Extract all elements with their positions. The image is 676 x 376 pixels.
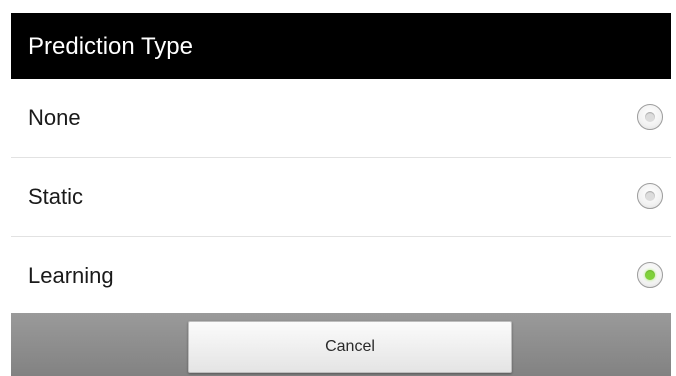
dialog-title-bar: Prediction Type [11, 13, 671, 79]
option-label-none: None [28, 105, 81, 130]
option-learning[interactable]: Learning [11, 237, 671, 313]
option-label-static: Static [28, 184, 84, 209]
screen: Prediction Type None Static Learning Can… [0, 0, 676, 376]
radio-static[interactable] [637, 183, 663, 209]
dialog-title: Prediction Type [28, 33, 193, 60]
radio-none[interactable] [637, 104, 663, 130]
cancel-button-label: Cancel [325, 338, 375, 355]
radio-learning[interactable] [637, 262, 663, 288]
cancel-button[interactable]: Cancel [188, 321, 512, 373]
prediction-type-dialog: Prediction Type None Static Learning Can… [11, 13, 671, 376]
radio-checked-icon [645, 270, 655, 280]
option-static[interactable]: Static [11, 158, 671, 236]
option-none[interactable]: None [11, 79, 671, 157]
radio-dot-icon [645, 191, 655, 201]
screen-edge [0, 0, 11, 376]
dialog-button-bar: Cancel [11, 313, 671, 376]
radio-dot-icon [645, 112, 655, 122]
option-label-learning: Learning [28, 263, 114, 288]
